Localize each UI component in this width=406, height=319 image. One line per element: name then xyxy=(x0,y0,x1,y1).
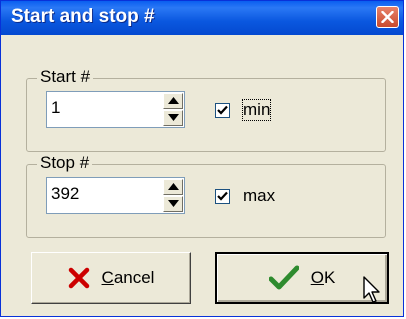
start-spinbox: 1 xyxy=(46,91,185,128)
min-checkbox[interactable] xyxy=(215,103,230,118)
cancel-mnemonic: C xyxy=(101,268,114,287)
ok-button-content: OK xyxy=(217,254,387,302)
close-icon xyxy=(381,11,394,23)
stop-group-label: Stop # xyxy=(37,153,93,173)
stop-spin-up-button[interactable] xyxy=(163,179,183,195)
ok-mnemonic: O xyxy=(310,268,324,287)
start-spin-up-button[interactable] xyxy=(163,93,183,109)
start-input[interactable]: 1 xyxy=(51,98,60,118)
start-group-label: Start # xyxy=(37,67,94,87)
stop-group: Stop # 392 max xyxy=(26,153,386,238)
stop-input[interactable]: 392 xyxy=(51,184,79,204)
cancel-label-rest: ancel xyxy=(113,268,155,287)
stop-spinbox: 392 xyxy=(46,177,185,214)
arrow-down-icon xyxy=(168,114,179,121)
stop-spin-down-button[interactable] xyxy=(163,196,183,212)
mouse-pointer-icon xyxy=(363,276,380,303)
max-checkbox-label[interactable]: max xyxy=(243,186,275,206)
ok-label-rest: K xyxy=(323,268,336,287)
max-checkbox[interactable] xyxy=(215,189,230,204)
ok-button-label: OK xyxy=(311,268,336,288)
arrow-down-icon xyxy=(168,200,179,207)
min-checkbox-label[interactable]: min xyxy=(241,99,272,121)
dialog-window: Start and stop # Start # 1 min Stop # 39… xyxy=(0,0,404,317)
cancel-button[interactable]: Cancel xyxy=(31,252,191,304)
check-icon xyxy=(268,265,299,290)
cancel-button-content: Cancel xyxy=(32,253,190,303)
x-icon xyxy=(68,267,89,289)
cancel-button-label: Cancel xyxy=(102,268,155,288)
ok-button[interactable]: OK xyxy=(215,252,389,304)
start-group: Start # 1 min xyxy=(26,67,386,152)
close-button[interactable] xyxy=(376,6,399,28)
arrow-up-icon xyxy=(168,183,179,190)
checkmark-icon xyxy=(217,191,228,201)
start-spin-down-button[interactable] xyxy=(163,110,183,126)
checkmark-icon xyxy=(217,105,228,115)
arrow-up-icon xyxy=(168,97,179,104)
stop-spin-buttons xyxy=(163,179,183,212)
window-title: Start and stop # xyxy=(11,6,155,27)
title-bar[interactable]: Start and stop # xyxy=(1,1,403,35)
start-spin-buttons xyxy=(163,93,183,126)
